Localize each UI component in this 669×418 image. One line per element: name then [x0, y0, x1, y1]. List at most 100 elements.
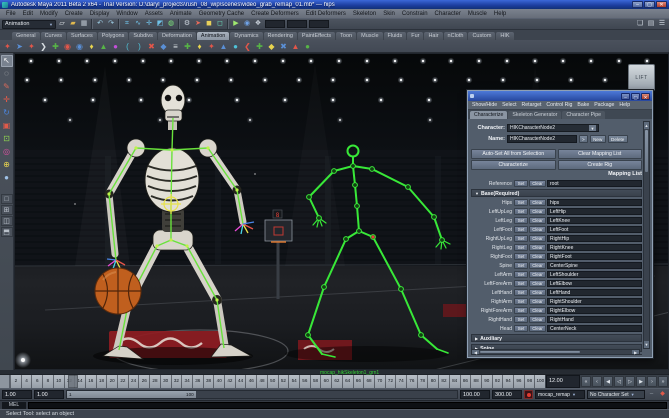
time-tick-88[interactable]: 88 [470, 375, 481, 388]
clear-button[interactable]: Clear [529, 226, 546, 233]
time-tick-72[interactable]: 72 [384, 375, 396, 388]
select-tool[interactable]: ↖ [0, 55, 13, 67]
clear-button[interactable]: Clear [529, 199, 546, 206]
set-button[interactable]: Set [514, 316, 528, 323]
play-forwards-button[interactable]: ▷ [625, 376, 635, 387]
mapping-target-field[interactable]: root [547, 180, 642, 187]
shelf-icon-16[interactable]: ✚ [182, 41, 193, 52]
snap-curve-icon[interactable]: ∿ [133, 19, 143, 29]
time-tick-30[interactable]: 30 [159, 375, 171, 388]
set-button[interactable]: Set [514, 307, 528, 314]
shelf-tab-subdivs[interactable]: Subdivs [129, 32, 157, 40]
paint-select-tool[interactable]: ✎ [1, 81, 13, 93]
set-button[interactable]: Set [514, 262, 528, 269]
shelf-tab-ncloth[interactable]: nCloth [443, 32, 468, 40]
humanik-menu-retarget[interactable]: Retarget [520, 102, 544, 108]
humanik-tab-characterize[interactable]: Characterize [470, 111, 508, 119]
humanik-title-bar[interactable]: – ▢ ✕ [468, 91, 652, 101]
time-tick-20[interactable]: 20 [106, 375, 117, 388]
go-to-start-button[interactable]: « [581, 376, 591, 387]
time-tick-50[interactable]: 50 [266, 375, 278, 388]
shelf-icon-6[interactable]: ◉ [62, 41, 73, 52]
humanik-menu-select[interactable]: Select [500, 102, 518, 108]
delete-character-button[interactable]: Delete [607, 134, 628, 143]
mapping-target-field[interactable]: CenterNeck [547, 325, 642, 332]
time-tick-56[interactable]: 56 [298, 375, 310, 388]
shelf-icon-20[interactable]: ● [230, 41, 241, 52]
humanik-menu-help[interactable]: Help [617, 102, 632, 108]
create-rig-button[interactable]: Create Rig [557, 159, 642, 170]
menu-skeleton[interactable]: Skeleton [350, 11, 379, 17]
time-tick-98[interactable]: 98 [523, 375, 535, 388]
shelf-tab-muscle[interactable]: Muscle [357, 32, 383, 40]
playback-end-field[interactable]: 100.00 [460, 390, 490, 399]
humanik-maximize-button[interactable]: ▢ [631, 92, 640, 100]
time-tick-64[interactable]: 64 [341, 375, 353, 388]
time-tick-92[interactable]: 92 [491, 375, 503, 388]
clear-button[interactable]: Clear [529, 325, 546, 332]
new-character-button[interactable]: New [589, 134, 606, 143]
time-tick-96[interactable]: 96 [513, 375, 524, 388]
shelf-icon-19[interactable]: ▲ [218, 41, 229, 52]
mapping-target-field[interactable]: CenterSpine [547, 262, 642, 269]
menu-create[interactable]: Create [62, 11, 86, 17]
shelf-icon-5[interactable]: ✚ [50, 41, 61, 52]
shelf-icon-3[interactable]: ✦ [26, 41, 37, 52]
time-tick-84[interactable]: 84 [448, 375, 460, 388]
shelf-tab-rendering[interactable]: Rendering [263, 32, 297, 40]
humanik-menu-bake[interactable]: Bake [575, 102, 591, 108]
mapping-target-field[interactable]: LeftShoulder [547, 271, 642, 278]
set-button[interactable]: Set [514, 235, 528, 242]
select-object-icon[interactable]: ◼ [204, 19, 214, 29]
shelf-tab-curves[interactable]: Curves [40, 32, 66, 40]
humanik-close-button[interactable]: ✕ [641, 92, 650, 100]
shelf-icon-25[interactable]: ▲ [290, 41, 301, 52]
time-tick-94[interactable]: 94 [502, 375, 513, 388]
shelf-tab-fur[interactable]: Fur [407, 32, 424, 40]
mapping-target-field[interactable]: LeftFoot [547, 226, 642, 233]
mapping-target-field[interactable]: RightShoulder [547, 298, 642, 305]
set-button[interactable]: Set [514, 298, 528, 305]
render-icon[interactable]: ▶ [231, 19, 241, 29]
step-forward-frame-button[interactable]: › [647, 376, 657, 387]
time-tick-6[interactable]: 6 [31, 375, 42, 388]
undo-icon[interactable]: ↶ [95, 19, 105, 29]
shelf-tab-dynamics[interactable]: Dynamics [230, 32, 263, 40]
clear-button[interactable]: Clear [529, 235, 546, 242]
time-tick-18[interactable]: 18 [95, 375, 107, 388]
time-tick-42[interactable]: 42 [224, 375, 235, 388]
animation-preferences-button[interactable]: ◆ [658, 390, 667, 399]
anim-layer-icon[interactable]: ‒ [647, 390, 656, 399]
clear-button[interactable]: Clear [529, 307, 546, 314]
scroll-up-arrow[interactable]: ▲ [644, 122, 649, 129]
selection-field-2[interactable] [287, 20, 307, 28]
auto-keyframe-toggle[interactable] [524, 390, 533, 399]
shelf-icon-2[interactable]: ➤ [14, 41, 25, 52]
mapping-target-field[interactable]: LeftHand [547, 289, 642, 296]
snap-point-icon[interactable]: ✛ [144, 19, 154, 29]
selection-field-1[interactable] [265, 20, 285, 28]
time-tick-74[interactable]: 74 [395, 375, 406, 388]
mapping-target-field[interactable]: RightElbow [547, 307, 642, 314]
shelf-tab-polygons[interactable]: Polygons [97, 32, 129, 40]
step-back-key-button[interactable]: ◀ [603, 376, 613, 387]
menu-geometry-cache[interactable]: Geometry Cache [196, 11, 247, 17]
horizontal-scrollbar[interactable]: ◀ ▶ [471, 349, 640, 355]
time-tick-66[interactable]: 66 [352, 375, 364, 388]
characterize-button[interactable]: Characterize [471, 159, 556, 170]
time-tick-52[interactable]: 52 [277, 375, 289, 388]
time-ruler[interactable]: 2468101214161820222426283032343638404244… [10, 375, 545, 388]
attribute-editor-toggle[interactable]: ▤ [646, 19, 656, 29]
time-tick-24[interactable]: 24 [127, 375, 139, 388]
redo-icon[interactable]: ↷ [106, 19, 116, 29]
menu-window[interactable]: Window [113, 11, 140, 17]
shelf-icon-9[interactable]: ▲ [98, 41, 109, 52]
time-tick-40[interactable]: 40 [213, 375, 224, 388]
shelf-icon-14[interactable]: ◆ [158, 41, 169, 52]
time-tick-8[interactable]: 8 [42, 375, 53, 388]
set-button[interactable]: Set [514, 289, 528, 296]
time-tick-48[interactable]: 48 [256, 375, 267, 388]
close-button[interactable]: ✕ [656, 1, 667, 8]
select-component-icon[interactable]: ◻ [215, 19, 225, 29]
shelf-tab-fluids[interactable]: Fluids [383, 32, 407, 40]
